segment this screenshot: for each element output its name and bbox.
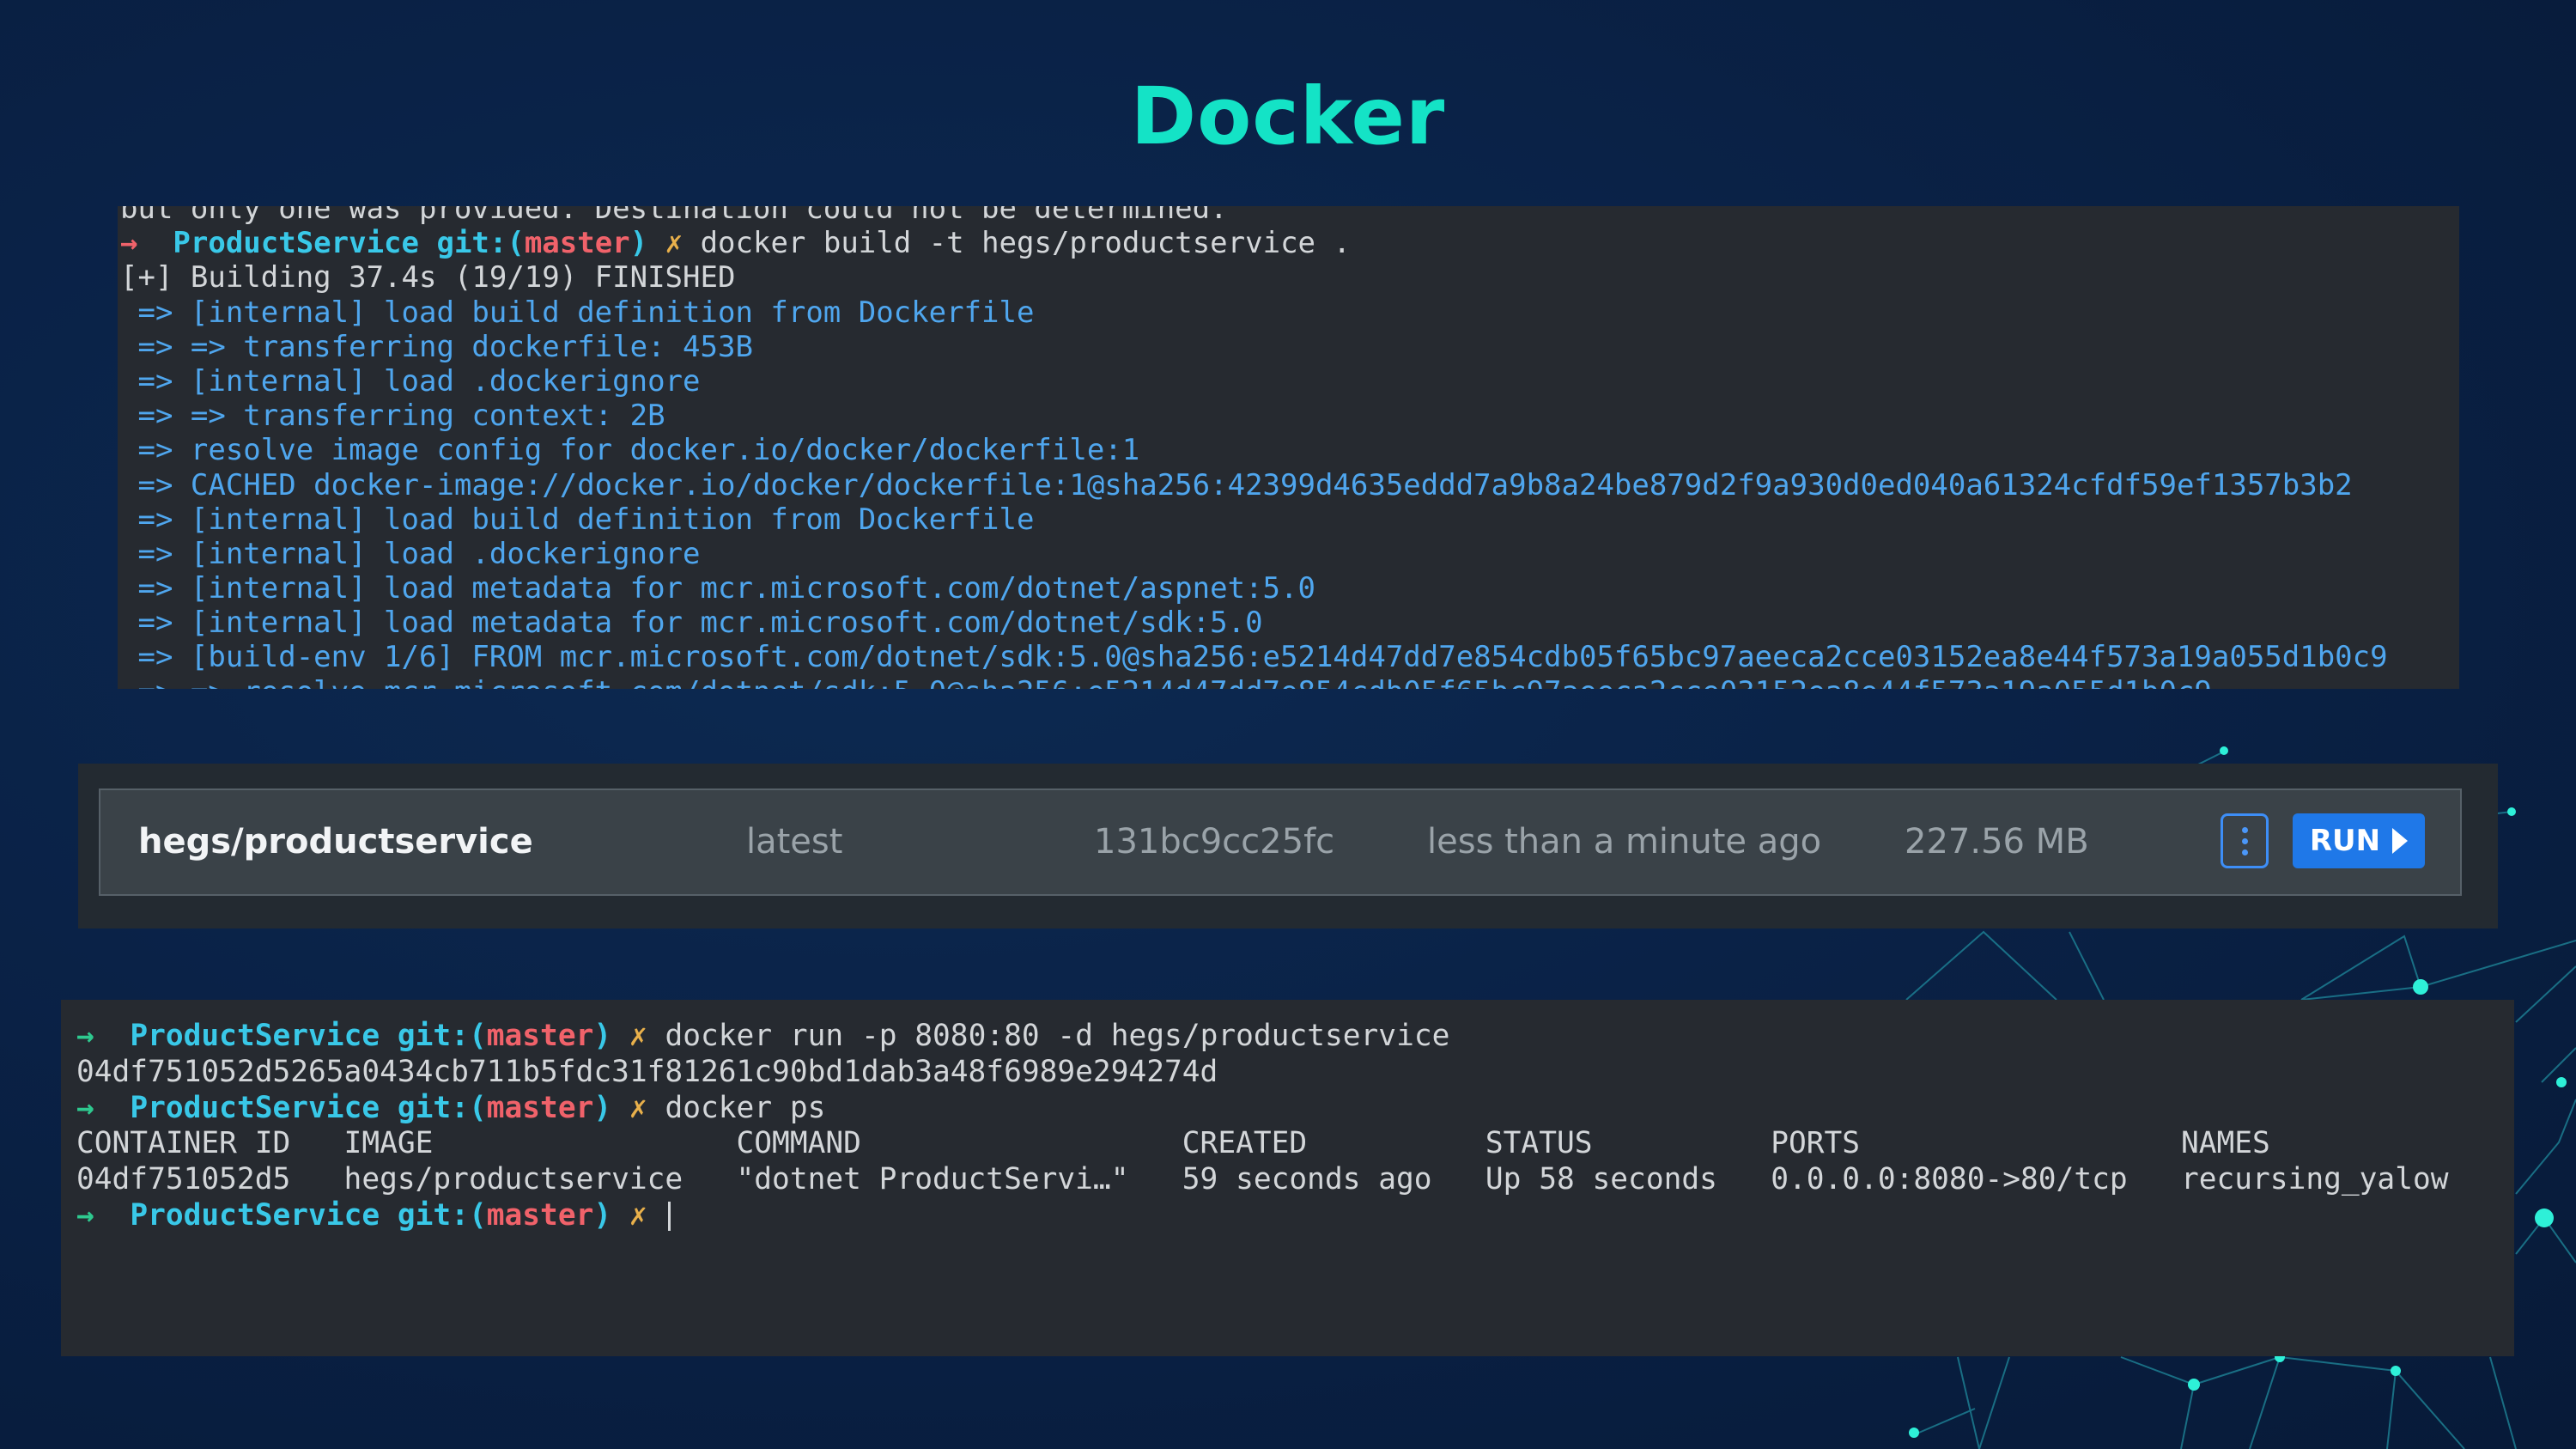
dot-icon [2241,849,2248,855]
terminal-text: => CACHED docker-image://docker.io/docke… [120,467,2353,502]
build-terminal-line: => [build-env 1/6] FROM mcr.microsoft.co… [120,640,2388,675]
image-id: 131bc9cc25fc [1094,822,1335,861]
run-terminal-lines: → ProductService git:(master) ✗ docker r… [76,1019,2449,1234]
run-button-label: RUN [2309,824,2381,858]
build-terminal-line: => [internal] load .dockerignore [120,537,2388,571]
build-terminal-line: => resolve image config for docker.io/do… [120,433,2388,467]
image-repository: hegs/productservice [138,822,533,861]
terminal-text: ) [593,1019,612,1053]
terminal-text: ✗ [611,1197,665,1233]
build-terminal-line: => => transferring dockerfile: 453B [120,330,2388,364]
terminal-text: git:( [397,1197,487,1233]
terminal-text: => [internal] load build definition from… [120,502,1035,537]
terminal-text: ) [593,1197,612,1233]
run-terminal-line: 04df751052d5 hegs/productservice "dotnet… [76,1162,2449,1198]
run-terminal-line: → ProductService git:(master) ✗ docker p… [76,1091,2449,1127]
build-terminal-line: => [internal] load build definition from… [120,295,2388,330]
play-icon [2392,828,2409,854]
terminal-text: ) [593,1090,612,1125]
build-terminal-line: => [internal] load build definition from… [120,502,2388,537]
terminal-text: => => resolve mcr.microsoft.com/dotnet/s… [120,675,2211,689]
terminal-text: → [76,1019,112,1053]
build-terminal-line: => [internal] load metadata for mcr.micr… [120,606,2388,640]
build-terminal-line: => CACHED docker-image://docker.io/docke… [120,468,2388,502]
run-terminal-line: → ProductService git:(master) ✗ [76,1198,2449,1234]
terminal-text: => => transferring dockerfile: 453B [120,329,753,364]
image-row[interactable]: hegs/productservice latest 131bc9cc25fc … [99,788,2462,896]
build-terminal-line: => => resolve mcr.microsoft.com/dotnet/s… [120,675,2388,689]
terminal-text: → [76,1197,112,1233]
terminal-text: CONTAINER ID IMAGE COMMAND CREATED STATU… [76,1126,2270,1161]
terminal-text: git:( [397,1019,487,1053]
build-terminal-line: but only one was provided. Destination c… [120,206,2388,226]
build-terminal-line: => => transferring context: 2B [120,399,2388,433]
dot-icon [2241,837,2248,844]
run-button[interactable]: RUN [2293,813,2425,868]
terminal-text: ProductService [112,1019,398,1053]
terminal-text: → [76,1090,112,1125]
terminal-text: ProductService [112,1197,398,1233]
terminal-text: git:( [436,226,525,261]
terminal-text: → [120,226,155,261]
build-terminal: but only one was provided. Destination c… [118,206,2459,689]
terminal-text: => => transferring context: 2B [120,399,665,434]
terminal-text: ProductService [112,1090,398,1125]
terminal-text: ✗ [611,1019,665,1053]
run-terminal-line: CONTAINER ID IMAGE COMMAND CREATED STATU… [76,1126,2449,1162]
image-created: less than a minute ago [1427,822,1822,861]
image-tag: latest [746,822,843,861]
terminal-text: docker ps [665,1090,826,1125]
terminal-text: => [internal] load .dockerignore [120,536,701,571]
terminal-text: ProductService [155,226,437,261]
terminal-text: => [internal] load metadata for mcr.micr… [120,571,1315,606]
build-terminal-line: [+] Building 37.4s (19/19) FINISHED [120,260,2388,295]
terminal-text: => [internal] load build definition from… [120,295,1035,330]
terminal-text: master [524,226,630,261]
terminal-text: ✗ [611,1090,665,1125]
terminal-text: master [486,1197,594,1233]
dot-icon [2241,826,2248,833]
terminal-text: docker run -p 8080:80 -d hegs/productser… [665,1019,1450,1053]
build-terminal-lines: but only one was provided. Destination c… [120,206,2388,689]
terminal-text: [+] Building 37.4s (19/19) FINISHED [120,260,736,295]
image-list-panel: hegs/productservice latest 131bc9cc25fc … [78,764,2498,928]
run-terminal[interactable]: → ProductService git:(master) ✗ docker r… [61,1000,2514,1356]
build-terminal-line: => [internal] load .dockerignore [120,364,2388,399]
terminal-text: docker build -t hegs/productservice . [700,226,1351,261]
run-terminal-line: 04df751052d5265a0434cb711b5fdc31f81261c9… [76,1055,2449,1091]
terminal-text: => [build-env 1/6] FROM mcr.microsoft.co… [120,640,2388,675]
terminal-text: ) [629,226,648,261]
run-terminal-line: → ProductService git:(master) ✗ docker r… [76,1019,2449,1055]
terminal-text: master [486,1090,594,1125]
terminal-text: => resolve image config for docker.io/do… [120,433,1140,468]
terminal-text: ✗ [647,226,701,261]
build-terminal-line: => [internal] load metadata for mcr.micr… [120,571,2388,606]
terminal-text: master [486,1019,594,1053]
cursor-caret [668,1202,671,1232]
terminal-text: 04df751052d5 hegs/productservice "dotnet… [76,1162,2449,1197]
page-title: Docker [1130,70,1446,162]
terminal-text: 04df751052d5265a0434cb711b5fdc31f81261c9… [76,1054,1218,1089]
image-size: 227.56 MB [1905,822,2089,861]
terminal-text: => [internal] load metadata for mcr.micr… [120,606,1263,641]
terminal-text: => [internal] load .dockerignore [120,363,701,399]
build-terminal-line: → ProductService git:(master) ✗ docker b… [120,226,2388,260]
terminal-text: but only one was provided. Destination c… [120,206,1228,226]
terminal-text: git:( [397,1090,487,1125]
more-options-icon[interactable] [2221,813,2269,868]
